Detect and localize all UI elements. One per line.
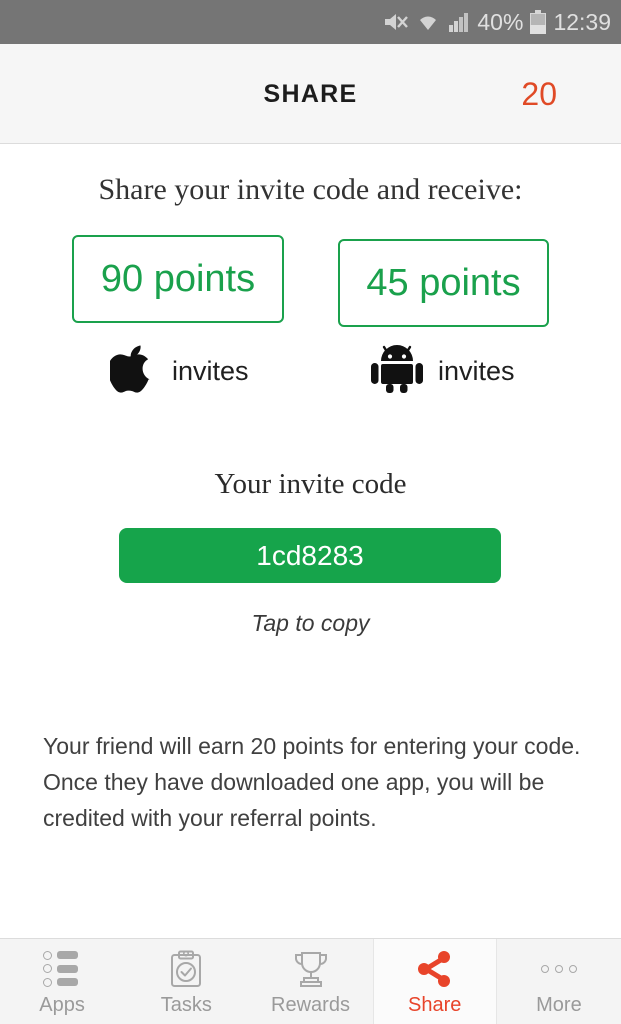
ios-platform: invites (107, 343, 249, 400)
apple-icon (107, 343, 158, 400)
points-balance: 20 (521, 75, 557, 112)
android-icon (370, 345, 424, 398)
tap-to-copy-hint: Tap to copy (251, 610, 370, 636)
android-points-label: 45 points (366, 261, 521, 304)
android-platform: invites (370, 345, 515, 398)
android-invites-label: invites (438, 356, 515, 386)
invite-code-title: Your invite code (214, 468, 407, 500)
nav-item-more[interactable]: More (497, 939, 621, 1024)
nav-label-tasks: Tasks (160, 993, 212, 1016)
nav-item-apps[interactable]: Apps (0, 939, 124, 1024)
ios-points-box: 90 points (72, 235, 284, 323)
referral-note: Your friend will earn 20 points for ente… (43, 733, 581, 831)
more-dots-icon (540, 950, 577, 988)
wifi-icon (415, 11, 441, 33)
share-heading: Share your invite code and receive: (98, 173, 523, 206)
ios-invites-label: invites (172, 356, 249, 386)
trophy-icon (292, 950, 330, 988)
nav-label-apps: Apps (39, 993, 85, 1016)
invite-code-copy-button[interactable]: 1cd8283 (119, 528, 501, 583)
nav-label-share: Share (408, 993, 462, 1016)
share-icon (415, 950, 455, 988)
platform-row: invites invites (0, 343, 621, 403)
nav-item-rewards[interactable]: Rewards (248, 939, 372, 1024)
clipboard-check-icon (168, 949, 204, 988)
ios-points-label: 90 points (100, 257, 256, 300)
nav-label-more: More (536, 993, 582, 1016)
signal-icon (448, 11, 470, 33)
status-clock: 12:39 (553, 8, 611, 35)
nav-item-tasks[interactable]: Tasks (124, 939, 248, 1024)
main-content: Share your invite code and receive: 90 p… (0, 145, 621, 938)
app-header: SHARE 20 (0, 44, 621, 144)
bottom-navigation: Apps Tasks Rewards Share More (0, 938, 621, 1024)
apps-list-icon (43, 950, 81, 988)
android-points-box: 45 points (338, 239, 549, 327)
app-screen: 40% 12:39 SHARE 20 Share your invite cod… (0, 0, 621, 1024)
mute-icon (382, 11, 409, 33)
points-offers: 90 points 45 points (0, 233, 621, 343)
battery-percent-label: 40% (477, 8, 524, 35)
status-bar: 40% 12:39 (0, 0, 621, 44)
nav-item-share[interactable]: Share (372, 939, 497, 1024)
nav-label-rewards: Rewards (271, 993, 350, 1016)
battery-icon (530, 10, 547, 34)
